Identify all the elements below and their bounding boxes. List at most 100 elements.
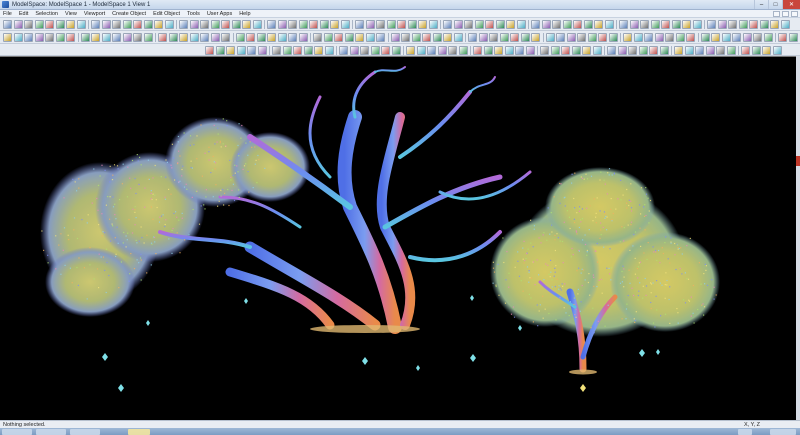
render-icon[interactable] <box>623 33 632 42</box>
rotate-icon[interactable] <box>566 33 576 42</box>
select-icon[interactable] <box>661 20 670 29</box>
taskbar-item[interactable] <box>36 429 66 435</box>
zoom-icon[interactable] <box>515 45 524 55</box>
measure-icon[interactable] <box>277 20 287 29</box>
layer-icon[interactable] <box>390 33 400 42</box>
zoom-icon[interactable] <box>24 20 33 29</box>
render-icon[interactable] <box>749 20 758 29</box>
select-icon[interactable] <box>607 45 616 55</box>
pan-icon[interactable] <box>282 45 292 55</box>
render-icon[interactable] <box>473 45 482 55</box>
settings-icon[interactable] <box>541 20 551 29</box>
pan-icon[interactable] <box>617 45 627 55</box>
settings-icon[interactable] <box>101 20 111 29</box>
zoom-icon[interactable] <box>133 20 142 29</box>
zoom-icon[interactable] <box>628 45 637 55</box>
select-icon[interactable] <box>770 20 779 29</box>
menu-selection[interactable]: Selection <box>35 11 58 17</box>
rotate-icon[interactable] <box>583 20 593 29</box>
fit-icon[interactable] <box>762 45 771 55</box>
marker-point[interactable] <box>518 325 522 331</box>
measure-icon[interactable] <box>34 33 44 42</box>
fence-icon[interactable] <box>489 33 498 42</box>
render-icon[interactable] <box>695 45 704 55</box>
rotate-icon[interactable] <box>416 45 426 55</box>
rotate-icon[interactable] <box>235 33 245 42</box>
fit-icon[interactable] <box>485 20 494 29</box>
menu-edit-object[interactable]: Edit Object <box>153 11 180 17</box>
measure-icon[interactable] <box>164 20 174 29</box>
select-icon[interactable] <box>753 33 762 42</box>
rotate-icon[interactable] <box>638 45 648 55</box>
zoom-icon[interactable] <box>112 33 121 42</box>
fence-icon[interactable] <box>267 33 276 42</box>
fence-icon[interactable] <box>45 33 54 42</box>
pan-icon[interactable] <box>323 33 333 42</box>
render-icon[interactable] <box>200 20 209 29</box>
render-icon[interactable] <box>179 33 188 42</box>
rotate-icon[interactable] <box>675 33 685 42</box>
rotate-icon[interactable] <box>303 45 313 55</box>
measure-icon[interactable] <box>386 20 396 29</box>
layer-icon[interactable] <box>629 20 639 29</box>
fit-icon[interactable] <box>594 20 603 29</box>
fit-icon[interactable] <box>376 20 385 29</box>
fence-icon[interactable] <box>674 45 683 55</box>
fit-icon[interactable] <box>649 45 658 55</box>
rotate-icon[interactable] <box>34 20 44 29</box>
select-icon[interactable] <box>644 33 653 42</box>
fence-icon[interactable] <box>179 20 188 29</box>
render-icon[interactable] <box>531 20 540 29</box>
zoom-icon[interactable] <box>573 20 582 29</box>
pan-icon[interactable] <box>231 20 241 29</box>
select-icon[interactable] <box>494 45 503 55</box>
marker-point[interactable] <box>470 354 476 362</box>
layer-icon[interactable] <box>684 45 694 55</box>
rotate-icon[interactable] <box>788 33 798 42</box>
settings-icon[interactable] <box>319 20 329 29</box>
measure-icon[interactable] <box>587 33 597 42</box>
fit-icon[interactable] <box>427 45 436 55</box>
rotate-icon[interactable] <box>122 33 132 42</box>
render-icon[interactable] <box>309 20 318 29</box>
pan-icon[interactable] <box>654 33 664 42</box>
settings-icon[interactable] <box>189 33 199 42</box>
fit-icon[interactable] <box>267 20 276 29</box>
pan-icon[interactable] <box>780 20 790 29</box>
fit-icon[interactable] <box>355 33 364 42</box>
select-icon[interactable] <box>443 20 452 29</box>
zoom-icon[interactable] <box>242 20 251 29</box>
layer-icon[interactable] <box>407 20 417 29</box>
fit-icon[interactable] <box>540 45 549 55</box>
layer-icon[interactable] <box>499 33 509 42</box>
zoom-icon[interactable] <box>665 33 674 42</box>
render-icon[interactable] <box>247 45 256 55</box>
fit-icon[interactable] <box>45 20 54 29</box>
menu-user-apps[interactable]: User Apps <box>207 11 232 17</box>
zoom-icon[interactable] <box>464 20 473 29</box>
settings-icon[interactable] <box>483 45 493 55</box>
measure-icon[interactable] <box>365 33 375 42</box>
marker-point[interactable] <box>146 320 150 326</box>
zoom-icon[interactable] <box>293 45 302 55</box>
fence-icon[interactable] <box>397 20 406 29</box>
marker-point[interactable] <box>244 298 248 304</box>
zoom-icon[interactable] <box>778 33 787 42</box>
fit-icon[interactable] <box>577 33 586 42</box>
settings-icon[interactable] <box>759 20 769 29</box>
pan-icon[interactable] <box>210 33 220 42</box>
measure-icon[interactable] <box>143 33 153 42</box>
layer-icon[interactable] <box>721 33 731 42</box>
pan-icon[interactable] <box>562 20 572 29</box>
fence-icon[interactable] <box>376 33 385 42</box>
render-icon[interactable] <box>732 33 741 42</box>
marker-point[interactable] <box>580 384 586 392</box>
layer-icon[interactable] <box>55 33 65 42</box>
measure-icon[interactable] <box>478 33 488 42</box>
fit-icon[interactable] <box>133 33 142 42</box>
maximize-button[interactable]: □ <box>768 0 782 9</box>
rotate-icon[interactable] <box>525 45 535 55</box>
measure-icon[interactable] <box>215 45 225 55</box>
select-icon[interactable] <box>330 20 339 29</box>
zoom-icon[interactable] <box>682 20 691 29</box>
